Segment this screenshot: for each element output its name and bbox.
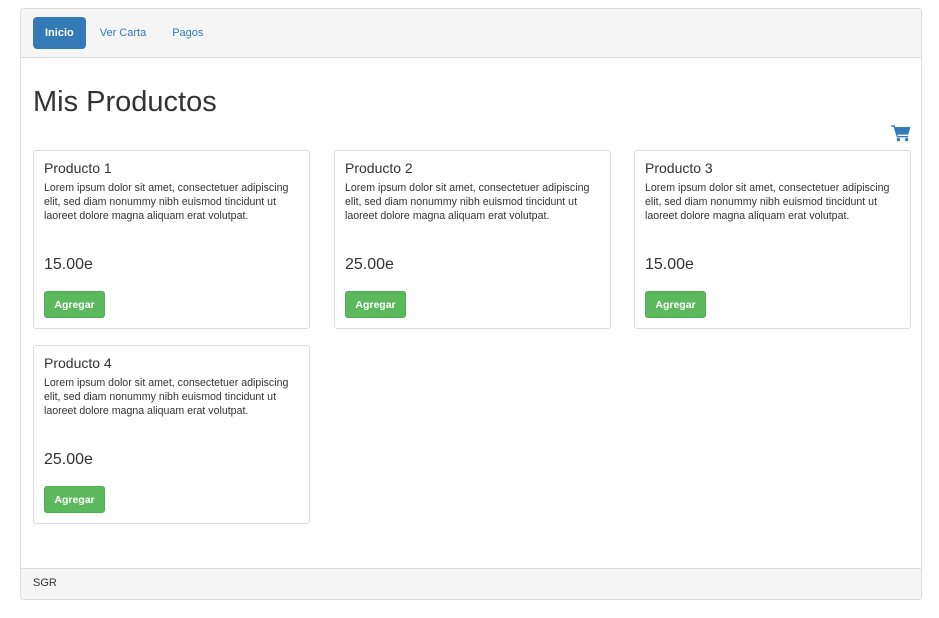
add-product-button[interactable]: Agregar: [44, 486, 105, 513]
product-description: Lorem ipsum dolor sit amet, consectetuer…: [44, 182, 289, 222]
product-card: Producto 3 Lorem ipsum dolor sit amet, c…: [634, 150, 911, 329]
footer: SGR: [21, 568, 921, 599]
product-name: Producto 3: [645, 160, 713, 176]
product-description: Lorem ipsum dolor sit amet, consectetuer…: [44, 377, 289, 417]
product-price: 25.00e: [44, 451, 93, 468]
product-card: Producto 4 Lorem ipsum dolor sit amet, c…: [33, 345, 310, 524]
product-card: Producto 2 Lorem ipsum dolor sit amet, c…: [334, 150, 611, 329]
product-price: 15.00e: [44, 256, 93, 273]
product-price: 25.00e: [345, 256, 394, 273]
product-description: Lorem ipsum dolor sit amet, consectetuer…: [345, 182, 590, 222]
product-name: Producto 2: [345, 160, 413, 176]
content-area: Mis Productos Producto 1 Lorem ipsum dol…: [21, 58, 921, 570]
main-panel: Inicio Ver Carta Pagos Mis Productos Pro…: [20, 8, 922, 600]
nav-item-inicio[interactable]: Inicio: [33, 17, 86, 49]
page-title: Mis Productos: [33, 86, 217, 118]
product-description: Lorem ipsum dolor sit amet, consectetuer…: [645, 182, 890, 222]
product-price: 15.00e: [645, 256, 694, 273]
add-product-button[interactable]: Agregar: [645, 291, 706, 318]
add-product-button[interactable]: Agregar: [345, 291, 406, 318]
product-name: Producto 1: [44, 160, 112, 176]
product-card: Producto 1 Lorem ipsum dolor sit amet, c…: [33, 150, 310, 329]
add-product-button[interactable]: Agregar: [44, 291, 105, 318]
nav-item-ver-carta[interactable]: Ver Carta: [88, 17, 158, 49]
shopping-cart-icon[interactable]: [891, 124, 911, 142]
product-name: Producto 4: [44, 355, 112, 371]
nav-item-pagos[interactable]: Pagos: [160, 17, 215, 49]
footer-text: SGR: [33, 577, 57, 589]
navbar: Inicio Ver Carta Pagos: [21, 9, 921, 58]
nav-pills: Inicio Ver Carta Pagos: [33, 17, 215, 49]
